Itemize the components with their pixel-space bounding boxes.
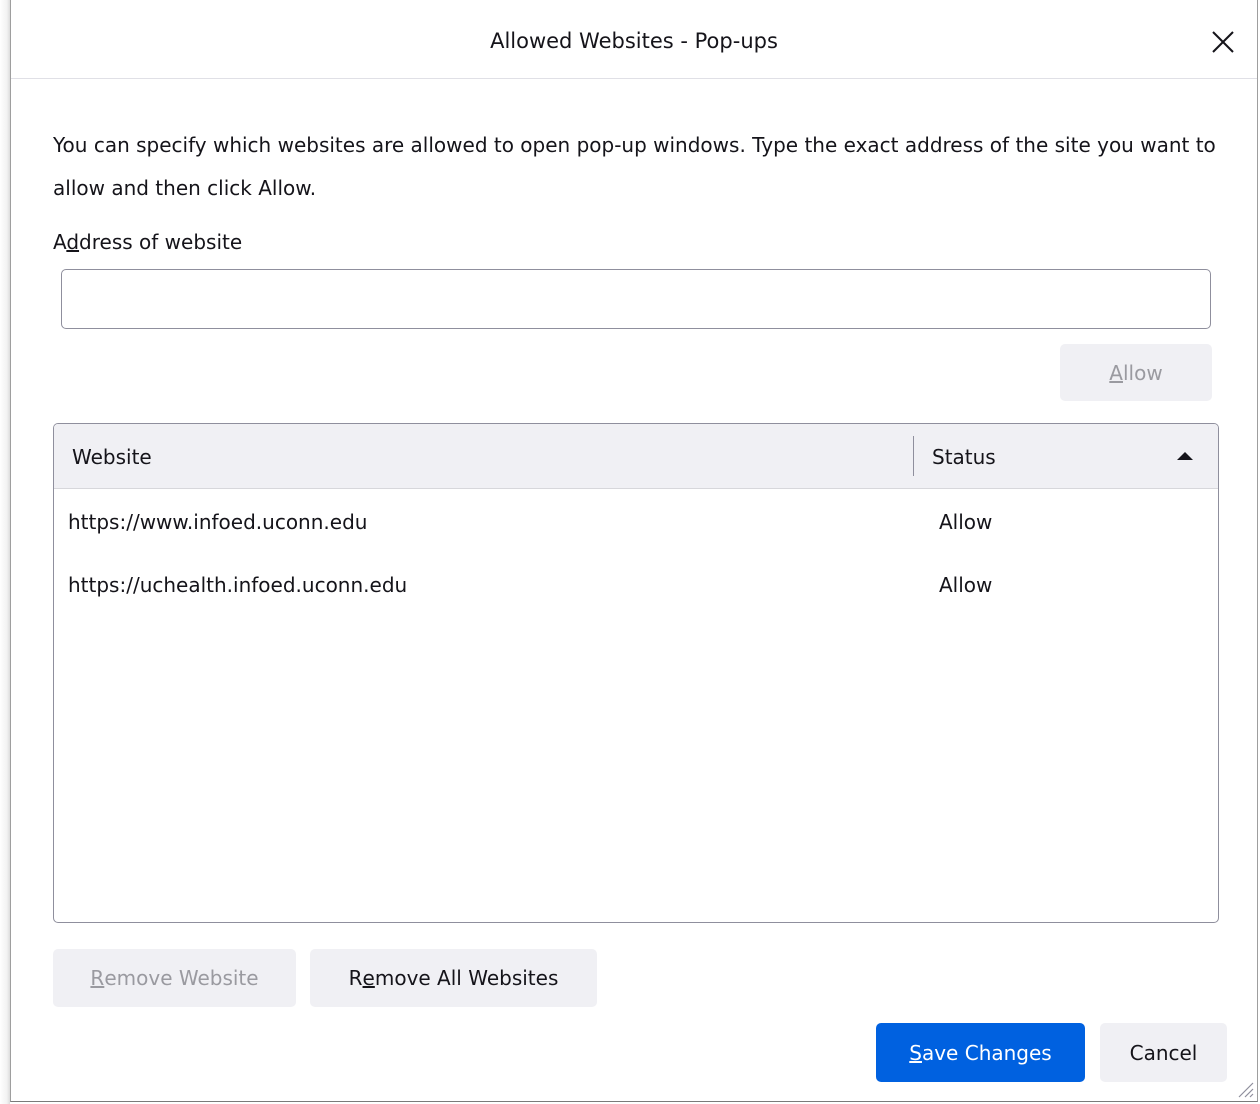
dialog-titlebar: Allowed Websites - Pop-ups <box>11 0 1257 79</box>
resize-grip-icon[interactable] <box>1233 1077 1255 1099</box>
column-header-status[interactable]: Status <box>932 445 996 469</box>
row-status: Allow <box>939 573 993 597</box>
remove-all-websites-button[interactable]: Re move All Websites <box>310 949 597 1007</box>
table-row[interactable]: https://uchealth.infoed.uconn.edu Allow <box>54 555 1218 617</box>
cancel-button[interactable]: Cancel <box>1100 1023 1227 1082</box>
table-header: Website Status <box>54 424 1218 489</box>
save-changes-button[interactable]: Save Changes <box>876 1023 1085 1082</box>
close-icon <box>1212 31 1234 53</box>
column-divider[interactable] <box>913 436 914 476</box>
allow-button[interactable]: Allow <box>1060 344 1212 401</box>
row-status: Allow <box>939 510 993 534</box>
sort-ascending-icon[interactable] <box>1176 451 1194 461</box>
row-website: https://www.infoed.uconn.edu <box>68 510 368 534</box>
dialog-description: You can specify which websites are allow… <box>53 133 1216 200</box>
column-header-website[interactable]: Website <box>72 445 152 469</box>
address-label: Address of website <box>53 230 243 254</box>
window-shadow <box>0 0 10 1104</box>
close-button[interactable] <box>1203 22 1243 62</box>
remove-website-button[interactable]: Remove Website <box>53 949 296 1007</box>
dialog-title: Allowed Websites - Pop-ups <box>490 29 778 53</box>
websites-table: Website Status https://www.infoed.uconn.… <box>53 423 1219 923</box>
allowed-websites-dialog: Allowed Websites - Pop-ups You can speci… <box>10 0 1258 1102</box>
address-input[interactable] <box>61 269 1211 329</box>
table-row[interactable]: https://www.infoed.uconn.edu Allow <box>54 492 1218 554</box>
row-website: https://uchealth.infoed.uconn.edu <box>68 573 408 597</box>
